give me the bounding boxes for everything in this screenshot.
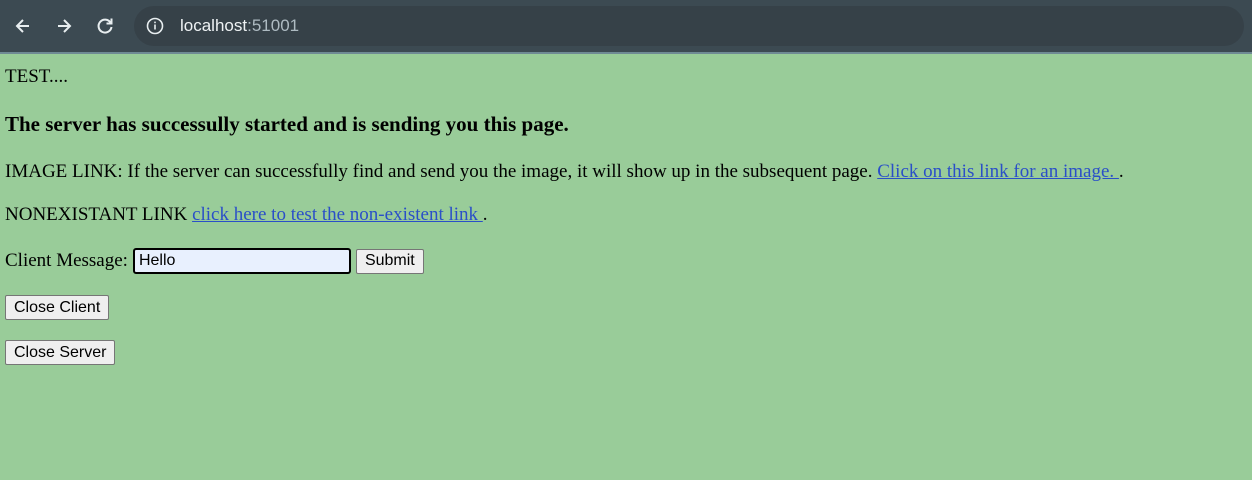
- image-link-suffix: .: [1118, 161, 1124, 182]
- image-link-paragraph: IMAGE LINK: If the server can successful…: [5, 160, 1252, 184]
- url-port: :51001: [247, 16, 300, 35]
- reload-button[interactable]: [87, 8, 123, 44]
- client-message-label: Client Message:: [5, 250, 128, 271]
- forward-button[interactable]: [46, 8, 82, 44]
- forward-arrow-icon: [58, 19, 72, 33]
- test-text: TEST....: [5, 66, 68, 87]
- url-text[interactable]: localhost:51001: [180, 16, 299, 36]
- nonexistent-suffix: .: [482, 204, 488, 225]
- nonexistent-prefix: NONEXISTANT LINK: [5, 204, 193, 225]
- url-host: localhost: [180, 16, 248, 35]
- reload-icon: [97, 18, 113, 34]
- close-client-button[interactable]: Close Client: [5, 295, 110, 320]
- back-arrow-icon: [15, 19, 29, 33]
- close-server-button[interactable]: Close Server: [5, 340, 116, 365]
- site-info-icon: [146, 17, 164, 35]
- close-client-row: Close Client: [5, 295, 1252, 320]
- page-content: TEST.... The server has successully star…: [0, 54, 1252, 365]
- image-link[interactable]: Click on this link for an image.: [877, 161, 1119, 182]
- page-heading: The server has successully started and i…: [5, 112, 569, 136]
- client-message-input[interactable]: [132, 248, 351, 274]
- nonexistent-link[interactable]: click here to test the non-existent link: [192, 204, 483, 225]
- back-button[interactable]: [5, 8, 41, 44]
- nonexistent-link-paragraph: NONEXISTANT LINK click here to test the …: [5, 203, 1252, 227]
- submit-button[interactable]: Submit: [355, 248, 424, 274]
- site-info-button[interactable]: [142, 13, 168, 39]
- image-link-prefix: IMAGE LINK: If the server can successful…: [5, 161, 878, 182]
- close-server-row: Close Server: [5, 340, 1252, 365]
- address-bar[interactable]: localhost:51001: [134, 6, 1244, 46]
- client-message-form: Client Message: Submit: [5, 247, 1252, 275]
- browser-toolbar: localhost:51001: [0, 0, 1252, 54]
